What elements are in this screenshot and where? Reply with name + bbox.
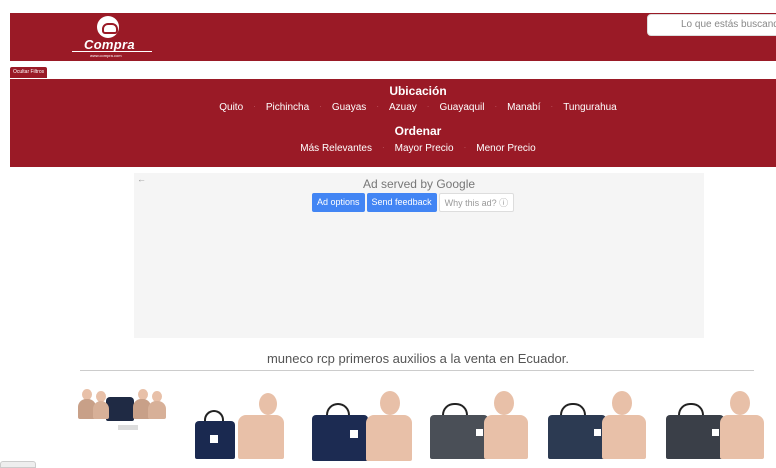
google-logo: Google [436, 177, 476, 191]
separator-dot: · [253, 102, 256, 111]
manikin-torso [720, 415, 764, 459]
location-guayas[interactable]: Guayas [332, 102, 366, 113]
location-pichincha[interactable]: Pichincha [266, 102, 309, 113]
logo-underline [72, 51, 152, 52]
separator-dot: · [319, 102, 322, 111]
scroll-indicator[interactable] [0, 461, 36, 468]
ad-buttons: Ad options Send feedback Why this ad? ⓘ [312, 193, 515, 212]
location-list: Quito · Pichincha · Guayas · Azuay · Gua… [10, 102, 776, 113]
location-azuay[interactable]: Azuay [389, 102, 417, 113]
cpr-manikin-ultralite-product[interactable] [190, 385, 290, 468]
product-bag [666, 415, 724, 459]
manikin-head [494, 391, 514, 415]
why-this-ad-button[interactable]: Why this ad? ⓘ [438, 193, 515, 212]
location-title: Ubicación [389, 84, 447, 98]
search-input[interactable]: Lo que estás buscando [647, 14, 776, 36]
cpr-manikin-gray-bag-product-2[interactable] [546, 385, 646, 468]
product-accessory [118, 425, 138, 430]
separator-dot: · [494, 102, 498, 111]
manikin-torso [366, 415, 412, 461]
manikin-head [259, 393, 277, 415]
location-manabi[interactable]: Manabí [507, 102, 540, 113]
bag-logo [210, 435, 218, 443]
bag-logo [712, 429, 719, 436]
cpr-manikin-gray-bag-product-3[interactable] [664, 385, 764, 468]
product-bag [312, 415, 368, 461]
logo-text: Compra [84, 37, 135, 52]
ad-served-text: Ad served by [362, 177, 433, 191]
ad-container: ← Ad served by Google Ad options Send fe… [134, 173, 704, 338]
cpr-manikin-gray-bag-product-1[interactable] [428, 385, 528, 468]
product-bag [430, 415, 488, 459]
send-feedback-button[interactable]: Send feedback [366, 193, 437, 212]
separator-dot: · [381, 143, 385, 152]
manikin-torso [484, 415, 528, 459]
manikin-head [730, 391, 750, 415]
manikin-torso [148, 401, 166, 419]
cpr-manikin-blue-bag-product[interactable] [312, 385, 412, 468]
ad-served-by: Ad served by Google [134, 177, 704, 191]
order-highest-price[interactable]: Mayor Precio [395, 143, 454, 154]
title-divider [80, 370, 754, 371]
order-list: Más Relevantes · Mayor Precio · Menor Pr… [10, 143, 776, 154]
hide-filters-button[interactable]: Ocultar Filtros [10, 67, 48, 78]
cpr-manikin-pack-product[interactable] [78, 385, 178, 468]
bag-logo [476, 429, 483, 436]
page: Compra www.compra.com Lo que estás busca… [0, 0, 776, 468]
order-most-relevant[interactable]: Más Relevantes [300, 143, 372, 154]
location-quito[interactable]: Quito [219, 102, 243, 113]
location-guayaquil[interactable]: Guayaquil [439, 102, 484, 113]
bag-logo [350, 430, 358, 438]
separator-dot: · [376, 102, 379, 111]
site-logo[interactable]: Compra www.compra.com [72, 16, 152, 60]
manikin-head [380, 391, 400, 415]
ad-options-button[interactable]: Ad options [312, 193, 365, 212]
listing-title: muneco rcp primeros auxilios a la venta … [266, 351, 570, 366]
separator-dot: · [426, 102, 430, 111]
handshake-icon [97, 16, 119, 38]
manikin-torso [93, 401, 109, 419]
manikin-torso [238, 415, 284, 459]
product-bag [106, 397, 134, 421]
product-bag [548, 415, 606, 459]
manikin-torso [602, 415, 646, 459]
manikin-head [612, 391, 632, 415]
logo-subtext: www.compra.com [90, 53, 122, 58]
separator-dot: · [463, 143, 467, 152]
filters-panel: Ubicación Quito · Pichincha · Guayas · A… [10, 79, 776, 167]
order-title: Ordenar [394, 124, 442, 138]
order-lowest-price[interactable]: Menor Precio [476, 143, 535, 154]
location-tungurahua[interactable]: Tungurahua [563, 102, 617, 113]
bag-logo [594, 429, 601, 436]
separator-dot: · [550, 102, 554, 111]
